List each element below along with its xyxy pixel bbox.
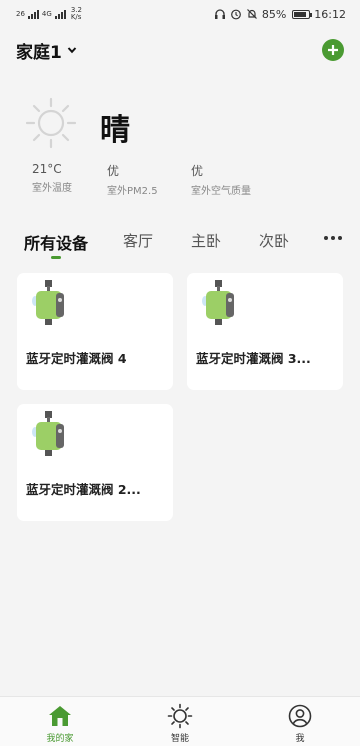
network-speed: 3.2 K/s xyxy=(71,7,82,21)
weather-panel: 晴 21°C 室外温度 优 室外PM2.5 优 室外空气质量 xyxy=(0,72,360,202)
alarm-icon xyxy=(230,9,241,20)
sun-icon xyxy=(167,703,193,729)
device-card[interactable]: 蓝牙定时灌溉阀 4 xyxy=(17,273,173,390)
stat-value: 优 xyxy=(107,164,120,178)
device-card[interactable]: 蓝牙定时灌溉阀 2... xyxy=(17,404,173,521)
more-tabs-button[interactable] xyxy=(324,236,342,240)
status-left: 26 4G 3.2 K/s xyxy=(16,7,82,21)
signal-icon xyxy=(27,9,39,19)
user-icon xyxy=(288,704,312,728)
nav-my-home[interactable]: 我的家 xyxy=(0,697,120,746)
nav-smart[interactable]: 智能 xyxy=(120,697,240,746)
water-valve-icon xyxy=(202,280,234,325)
add-device-button[interactable] xyxy=(322,39,344,61)
stat-label: 室外温度 xyxy=(32,183,72,194)
water-valve-icon xyxy=(32,280,64,325)
home-name: 家庭1 xyxy=(16,42,62,63)
outdoor-air-quality: 优 室外空气质量 xyxy=(191,162,251,197)
header: 家庭1 xyxy=(0,28,360,72)
nav-me[interactable]: 我 xyxy=(240,697,360,746)
speed-unit: K/s xyxy=(70,13,82,21)
plus-icon xyxy=(328,45,338,55)
chevron-down-icon xyxy=(67,47,77,54)
home-selector[interactable]: 家庭1 xyxy=(16,38,78,63)
room-tabs: 所有设备 客厅 主卧 次卧 xyxy=(0,222,360,262)
signal-icon-2 xyxy=(54,9,66,19)
mute-bell-icon xyxy=(246,9,257,19)
battery-percent: 85% xyxy=(261,7,287,21)
device-name: 蓝牙定时灌溉阀 2... xyxy=(26,482,141,497)
weather-condition: 晴 xyxy=(100,113,130,148)
stat-label: 室外空气质量 xyxy=(191,186,251,197)
nav-label: 我 xyxy=(295,734,305,744)
signal-label-2: 4G xyxy=(41,10,52,18)
tab-second-bedroom[interactable]: 次卧 xyxy=(259,230,289,251)
stat-value: 优 xyxy=(191,164,204,178)
tab-living-room[interactable]: 客厅 xyxy=(123,230,153,251)
device-card[interactable]: 蓝牙定时灌溉阀 3... xyxy=(187,273,343,390)
sun-icon xyxy=(25,97,77,149)
nav-label: 智能 xyxy=(170,734,189,744)
status-bar: 26 4G 3.2 K/s 85% 16:12 xyxy=(0,0,360,28)
dot xyxy=(324,236,328,240)
headphones-icon xyxy=(214,9,225,19)
bottom-nav: 我的家 智能 我 xyxy=(0,696,360,746)
stat-label: 室外PM2.5 xyxy=(107,186,158,197)
signal-label-1: 26 xyxy=(16,10,25,18)
outdoor-temperature: 21°C 室外温度 xyxy=(32,162,72,194)
dot xyxy=(331,236,335,240)
battery-fill xyxy=(294,11,307,17)
device-name: 蓝牙定时灌溉阀 3... xyxy=(196,351,311,366)
clock: 16:12 xyxy=(314,7,346,21)
tab-all-devices[interactable]: 所有设备 xyxy=(24,230,88,254)
device-name: 蓝牙定时灌溉阀 4 xyxy=(26,351,127,366)
nav-label: 我的家 xyxy=(46,734,74,744)
tab-master-bedroom[interactable]: 主卧 xyxy=(191,230,221,251)
stat-value: 21°C xyxy=(32,162,62,176)
dot xyxy=(338,236,342,240)
status-right: 85% 16:12 xyxy=(214,8,346,21)
water-valve-icon xyxy=(32,411,64,456)
outdoor-pm25: 优 室外PM2.5 xyxy=(107,162,158,197)
battery-icon xyxy=(292,9,313,19)
home-icon xyxy=(49,706,71,726)
tab-indicator xyxy=(51,256,61,259)
